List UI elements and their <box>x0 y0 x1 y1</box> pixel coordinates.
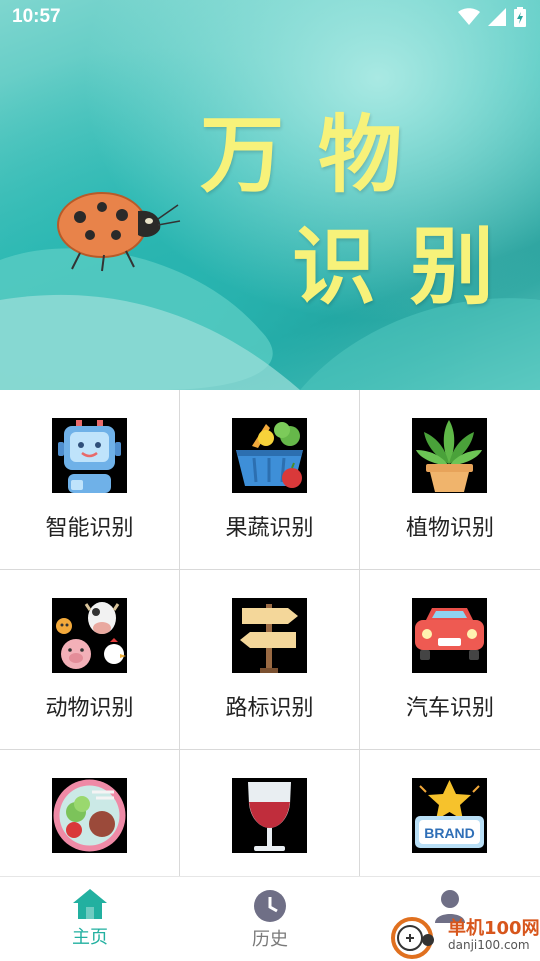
farm-animals-icon <box>56 602 126 669</box>
nav-label: 主页 <box>72 927 108 948</box>
grid-item-label: 智能识别 <box>45 516 134 541</box>
grid-item-ai[interactable]: 智能识别 <box>0 390 180 570</box>
status-time: 10:57 <box>12 6 61 27</box>
grid-item-brand[interactable]: BRAND <box>360 750 540 876</box>
hero-banner: 万物 识别 <box>0 0 540 390</box>
feature-grid: 智能识别 果蔬识别 植物识别 动物识别 路标识别 汽车识别 BRAND <box>0 390 540 876</box>
hero-title-line2: 识别 <box>292 218 529 316</box>
hero-title-line1: 万物 <box>200 106 437 204</box>
grid-item-food[interactable] <box>0 750 180 876</box>
grid-item-signpost[interactable]: 路标识别 <box>180 570 360 750</box>
grid-item-vegetable[interactable]: 果蔬识别 <box>180 390 360 570</box>
grid-item-animal[interactable]: 动物识别 <box>0 570 180 750</box>
clock-icon <box>254 890 286 922</box>
ai-robot-icon <box>58 420 121 493</box>
wine-glass-icon <box>248 782 291 851</box>
grid-item-car[interactable]: 汽车识别 <box>360 570 540 750</box>
grid-item-label: 动物识别 <box>45 696 134 721</box>
watermark-url: danji100.com <box>448 938 530 952</box>
nav-label: 历史 <box>252 929 288 950</box>
brand-badge-icon: BRAND <box>415 780 484 848</box>
watermark-text: 单机100网 <box>448 918 540 939</box>
nav-home[interactable]: 主页 <box>0 877 180 961</box>
cell-signal-icon <box>488 8 506 26</box>
car-icon <box>415 608 484 660</box>
grid-item-plant[interactable]: 植物识别 <box>360 390 540 570</box>
home-icon <box>73 889 107 919</box>
grid-item-label: 路标识别 <box>225 696 314 721</box>
grid-item-label: 植物识别 <box>405 516 494 541</box>
svg-text:BRAND: BRAND <box>424 825 475 841</box>
vegetable-basket-icon <box>236 422 303 488</box>
watermark-icon <box>391 917 434 959</box>
status-bar: 10:57 <box>0 0 540 36</box>
grid-item-label: 果蔬识别 <box>225 516 314 541</box>
watermark-logo: 单机100网 danji100.com <box>390 912 540 960</box>
signpost-icon <box>240 604 298 673</box>
grid-item-label: 汽车识别 <box>405 696 494 721</box>
nav-history[interactable]: 历史 <box>180 877 360 961</box>
food-plate-icon <box>53 779 126 852</box>
grid-item-wine[interactable] <box>180 750 360 876</box>
ladybug-image <box>57 192 181 272</box>
potted-plant-icon <box>416 420 482 492</box>
battery-icon <box>514 7 526 27</box>
wifi-icon <box>458 8 480 25</box>
